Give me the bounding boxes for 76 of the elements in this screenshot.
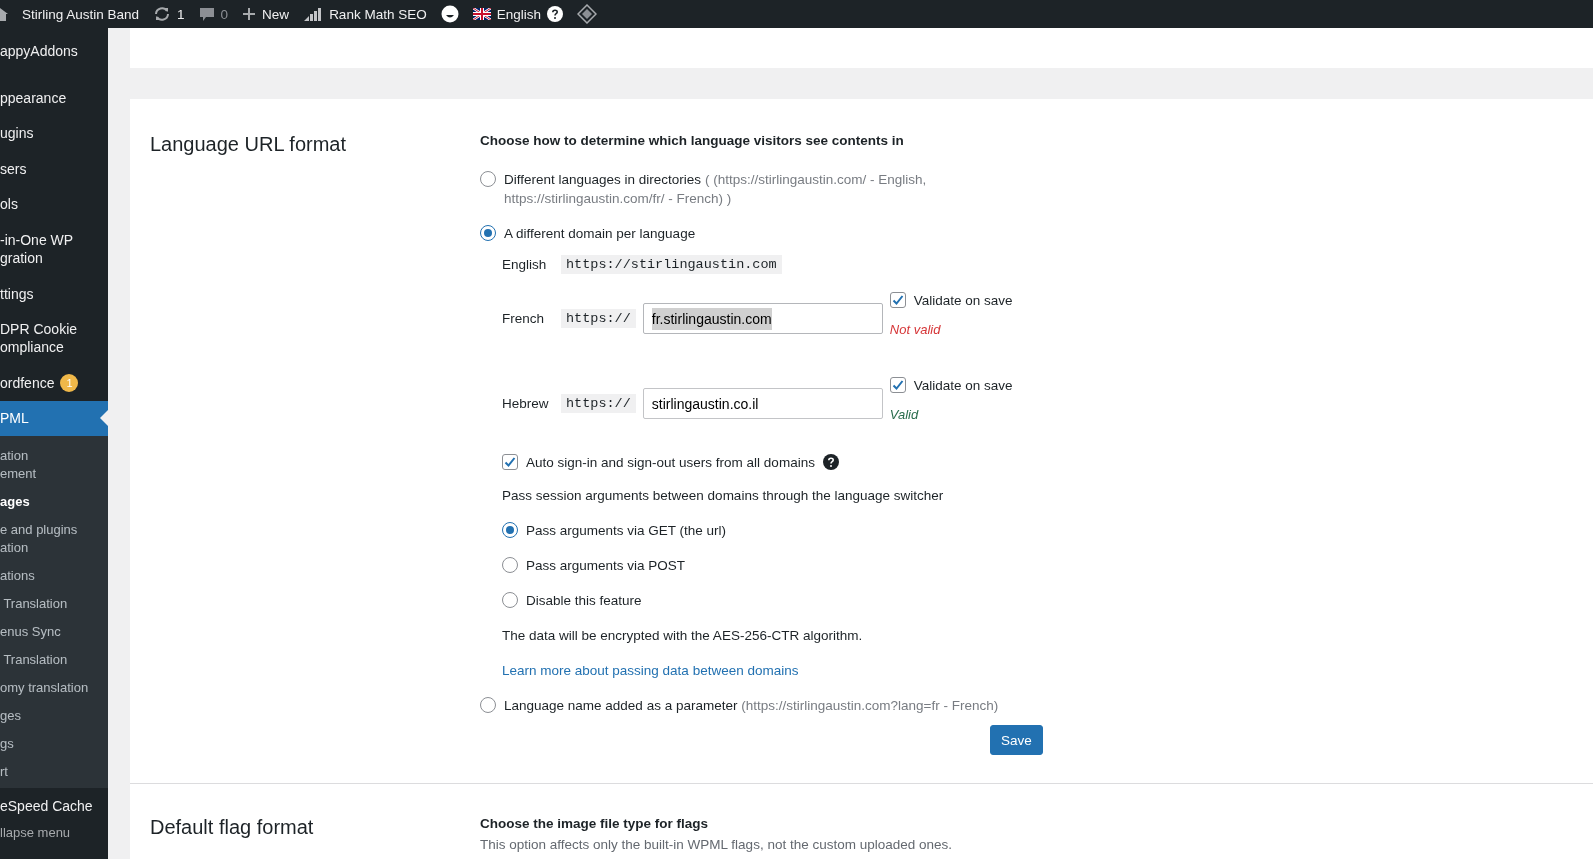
submenu-item[interactable]: e and plugins ation: [0, 516, 108, 563]
radio-button[interactable]: [502, 557, 518, 573]
submenu-item[interactable]: omy translation: [0, 674, 108, 703]
section-heading: Choose how to determine which language visitors see contents in: [480, 133, 905, 148]
menu-item[interactable]: ttings: [0, 275, 108, 312]
url-prefix: https://: [561, 309, 636, 328]
mascot-icon[interactable]: [440, 5, 459, 23]
radio-button[interactable]: [480, 697, 496, 713]
radio-label: Pass arguments via GET (the url): [526, 522, 727, 540]
domain-input[interactable]: fr.stirlingaustin.com: [642, 303, 883, 334]
comment-icon: [198, 6, 215, 22]
plus-icon: [242, 7, 257, 21]
submenu-item[interactable]: enus Sync: [0, 618, 108, 647]
menu-item[interactable]: ols: [0, 186, 108, 223]
radio-label: Different languages in directories ( (https://stirlingaustin.com/ - English, https://stirlingaustin.com/fr/ - French) ): [504, 171, 928, 208]
menu-item[interactable]: appyAddons: [0, 28, 108, 69]
radio-label: A different domain per language: [504, 225, 696, 243]
checkbox[interactable]: [889, 377, 906, 393]
site-name-link[interactable]: Stirling Austin Band: [22, 6, 140, 22]
submenu-item[interactable]: gs: [0, 730, 108, 759]
submenu-item[interactable]: ages: [0, 488, 108, 517]
help-icon[interactable]: [822, 454, 839, 470]
checkbox-label: Auto sign-in and sign-out users from all domains: [526, 454, 815, 470]
submenu-item[interactable]: ges: [0, 702, 108, 731]
refresh-icon: [153, 6, 172, 22]
save-button[interactable]: Save: [990, 725, 1043, 755]
section-heading: Choose the image file type for flags: [480, 816, 710, 831]
menu-item[interactable]: ordfence 1: [0, 364, 108, 401]
section-description: This option affects only the built-in WPML flags, not the custom uploaded ones.: [480, 837, 953, 852]
submenu-item[interactable]: ation ement: [0, 442, 108, 489]
menu-item[interactable]: sers: [0, 151, 108, 187]
radio-button[interactable]: [480, 171, 496, 187]
menu-item[interactable]: ugins: [0, 115, 108, 151]
domain-url: https://stirlingaustin.com: [561, 255, 782, 274]
radio-label: Pass arguments via POST: [526, 557, 686, 575]
radio-label: Language name added as a parameter (https://stirlingaustin.com?lang=fr - French): [504, 697, 999, 715]
section-title: Language URL format: [150, 132, 348, 157]
language-label: Hebrew: [502, 396, 550, 411]
menu-item[interactable]: -in-One WP gration: [0, 222, 108, 276]
checkbox[interactable]: [502, 454, 518, 470]
diamond-icon[interactable]: [576, 4, 597, 24]
domain-input[interactable]: stirlingaustin.co.il: [642, 388, 883, 419]
validation-status: Not valid: [889, 322, 942, 337]
section-title: Default flag format: [150, 815, 315, 840]
submenu-item[interactable]: Translation: [0, 646, 108, 675]
menu-item[interactable]: DPR Cookie ompliance: [0, 311, 108, 365]
menu-item[interactable]: ppearance: [0, 79, 108, 116]
new-link[interactable]: New: [242, 6, 290, 22]
language-label: English: [502, 257, 548, 272]
seo-link[interactable]: Rank Math SEO: [303, 6, 427, 22]
checkbox-label: Validate on save: [913, 377, 1013, 393]
submenu-item[interactable]: Translation: [0, 590, 108, 619]
checkbox[interactable]: [889, 292, 906, 308]
menu-item[interactable]: PML: [0, 400, 108, 437]
flag-icon: [472, 8, 491, 20]
radio-button[interactable]: [480, 225, 496, 241]
updates-link[interactable]: 1: [153, 6, 185, 22]
validation-status: Valid: [889, 407, 920, 422]
language-switcher[interactable]: English: [472, 6, 563, 22]
url-prefix: https://: [561, 394, 636, 413]
checkbox-label: Validate on save: [913, 292, 1013, 308]
encryption-note: The data will be encrypted with the AES-256-CTR algorithm.: [502, 627, 864, 645]
help-icon: [546, 6, 563, 22]
chart-icon: [303, 6, 324, 22]
submenu-item[interactable]: rt: [0, 758, 108, 787]
language-label: French: [502, 311, 546, 326]
menu-item[interactable]: eSpeed Cache: [0, 788, 108, 824]
radio-button[interactable]: [502, 522, 518, 538]
radio-label: Disable this feature: [526, 592, 642, 610]
learn-more-link[interactable]: Learn more about passing data between domains: [502, 663, 799, 678]
home-icon[interactable]: [0, 6, 8, 22]
radio-button[interactable]: [502, 592, 518, 608]
collapse-menu-link[interactable]: llapse menu: [0, 823, 108, 841]
submenu-item[interactable]: ations: [0, 562, 108, 591]
comments-link[interactable]: 0: [198, 6, 229, 22]
session-label: Pass session arguments between domains through the language switcher: [502, 487, 945, 505]
